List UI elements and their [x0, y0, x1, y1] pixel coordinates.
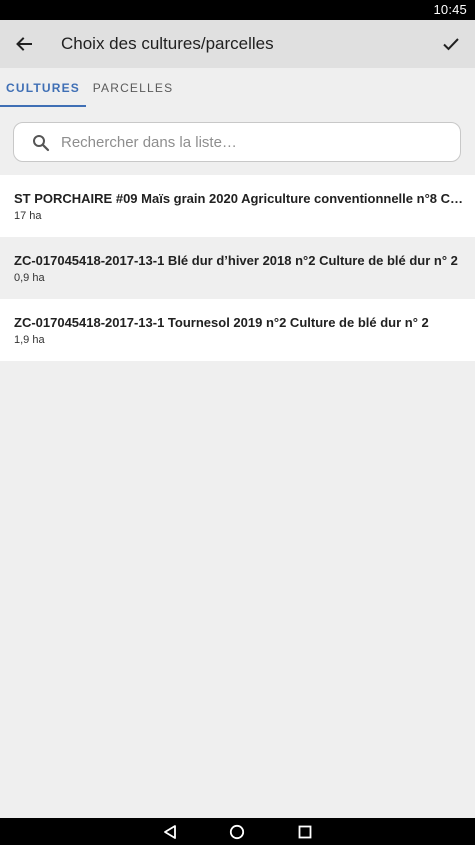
- app-bar: Choix des cultures/parcelles: [0, 20, 475, 68]
- list-item-area: 17 ha: [14, 210, 42, 222]
- search-input[interactable]: [61, 123, 451, 161]
- back-button[interactable]: [8, 28, 40, 60]
- crop-list: ST PORCHAIRE #09 Maïs grain 2020 Agricul…: [0, 175, 475, 361]
- page-title: Choix des cultures/parcelles: [61, 34, 274, 53]
- triangle-back-icon: [164, 825, 176, 839]
- list-item[interactable]: ZC-017045418-2017-13-1 Blé dur d’hiver 2…: [0, 237, 475, 299]
- list-item-area: 1,9 ha: [14, 334, 45, 346]
- circle-home-icon: [229, 824, 245, 840]
- list-item[interactable]: ZC-017045418-2017-13-1 Tournesol 2019 n°…: [0, 299, 475, 361]
- system-nav-bar: [0, 818, 475, 845]
- list-item-title: ZC-017045418-2017-13-1 Blé dur d’hiver 2…: [14, 253, 458, 268]
- check-icon: [443, 38, 459, 51]
- status-time: 10:45: [433, 2, 467, 17]
- list-item-title: ZC-017045418-2017-13-1 Tournesol 2019 n°…: [14, 315, 429, 330]
- search-icon: [32, 134, 50, 152]
- tab-bar: CULTURES PARCELLES: [0, 68, 475, 108]
- status-bar: 10:45: [0, 0, 475, 20]
- nav-home-button[interactable]: [226, 821, 248, 843]
- tab-cultures[interactable]: CULTURES: [0, 68, 86, 108]
- nav-recents-button[interactable]: [294, 821, 316, 843]
- list-item[interactable]: ST PORCHAIRE #09 Maïs grain 2020 Agricul…: [0, 175, 475, 237]
- tab-parcelles[interactable]: PARCELLES: [86, 68, 180, 108]
- square-recents-icon: [298, 825, 312, 839]
- confirm-button[interactable]: [435, 28, 467, 60]
- list-item-area: 0,9 ha: [14, 272, 45, 284]
- nav-back-button[interactable]: [159, 821, 181, 843]
- list-item-title: ST PORCHAIRE #09 Maïs grain 2020 Agricul…: [14, 191, 464, 206]
- tab-indicator: [0, 105, 86, 107]
- arrow-left-icon: [16, 37, 32, 51]
- search-box[interactable]: [13, 122, 461, 162]
